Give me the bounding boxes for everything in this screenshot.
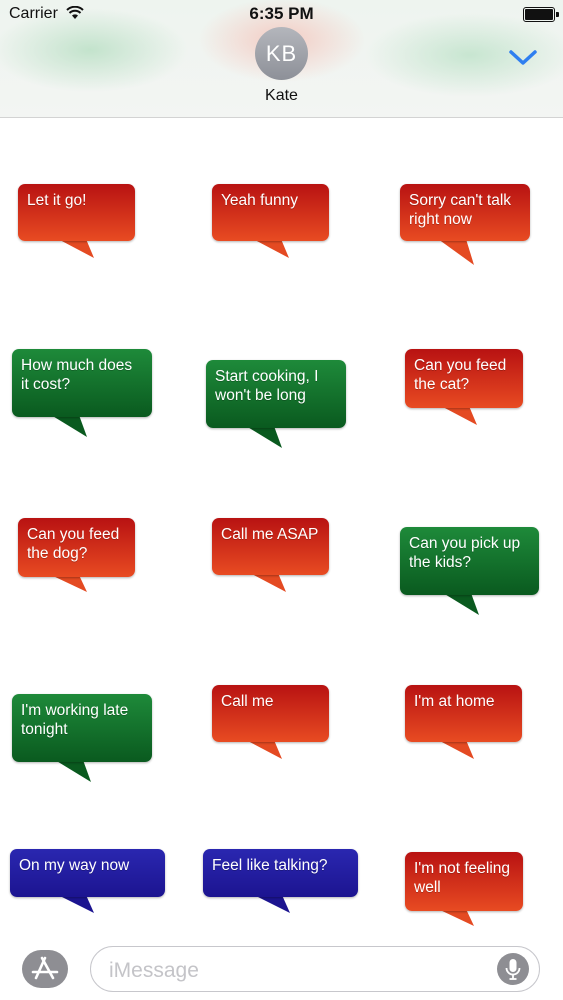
sticker-bubble[interactable]: Can you feed the dog? <box>18 518 135 594</box>
sticker-bubble[interactable]: I'm not feeling well <box>405 852 523 928</box>
sticker-bubble[interactable]: I'm at home <box>405 685 522 761</box>
sticker-text: Start cooking, I won't be long <box>206 360 346 428</box>
sticker-bubble[interactable]: Call me ASAP <box>212 518 329 594</box>
sticker-text: Let it go! <box>18 184 135 241</box>
clock-label: 6:35 PM <box>249 4 314 23</box>
microphone-button[interactable] <box>497 953 529 985</box>
sticker-text: Yeah funny <box>212 184 329 241</box>
chevron-down-icon[interactable] <box>508 47 538 67</box>
sticker-text: I'm working late tonight <box>12 694 152 762</box>
app-store-button[interactable] <box>22 950 68 988</box>
sticker-bubble[interactable]: Start cooking, I won't be long <box>206 360 346 450</box>
sticker-text: Call me ASAP <box>212 518 329 575</box>
sticker-bubble[interactable]: Sorry can't talk right now <box>400 184 530 267</box>
microphone-icon <box>505 959 521 980</box>
sticker-text: Can you feed the dog? <box>18 518 135 577</box>
sticker-text: Sorry can't talk right now <box>400 184 530 241</box>
sticker-text: Can you feed the cat? <box>405 349 523 408</box>
sticker-bubble[interactable]: How much does it cost? <box>12 349 152 439</box>
message-input[interactable] <box>107 957 491 985</box>
sticker-bubble[interactable]: On my way now <box>10 849 165 915</box>
sticker-text: Can you pick up the kids? <box>400 527 539 595</box>
sticker-text: Call me <box>212 685 329 742</box>
sticker-text: Feel like talking? <box>203 849 358 897</box>
contact-name[interactable]: Kate <box>0 87 563 105</box>
message-field[interactable] <box>90 946 540 992</box>
sticker-bubble[interactable]: Feel like talking? <box>203 849 358 915</box>
avatar[interactable]: KB <box>255 27 308 80</box>
app-store-icon <box>31 956 59 980</box>
sticker-text: On my way now <box>10 849 165 897</box>
sticker-text: How much does it cost? <box>12 349 152 417</box>
sticker-bubble[interactable]: Yeah funny <box>212 184 329 260</box>
sticker-text: I'm not feeling well <box>405 852 523 911</box>
sticker-bubble[interactable]: Let it go! <box>18 184 135 260</box>
sticker-bubble[interactable]: I'm working late tonight <box>12 694 152 784</box>
sticker-text: I'm at home <box>405 685 522 742</box>
sticker-bubble[interactable]: Call me <box>212 685 329 761</box>
sticker-bubble[interactable]: Can you pick up the kids? <box>400 527 539 617</box>
battery-icon <box>523 7 559 22</box>
conversation-header: Carrier 6:35 PM KB Kate <box>0 0 563 118</box>
sticker-bubble[interactable]: Can you feed the cat? <box>405 349 523 427</box>
